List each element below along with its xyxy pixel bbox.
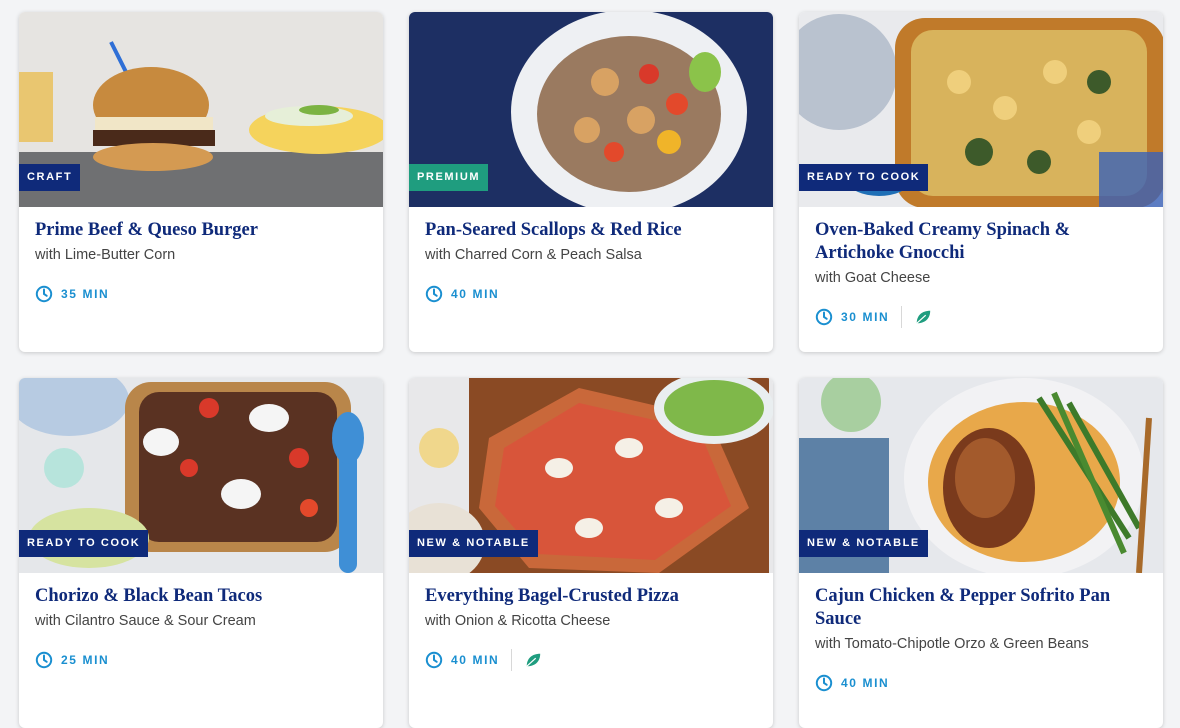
recipe-image-pizza[interactable]: NEW & NOTABLE [409, 378, 773, 573]
recipe-card[interactable]: CRAFT Prime Beef & Queso Burger with Lim… [19, 12, 383, 352]
cook-time: 40 MIN [841, 676, 890, 690]
recipe-meta: 25 MIN [35, 649, 367, 671]
cook-time: 25 MIN [61, 653, 110, 667]
cook-time: 40 MIN [451, 287, 500, 301]
recipe-image-gnocchi[interactable]: READY TO COOK [799, 12, 1163, 207]
cook-time: 30 MIN [841, 310, 890, 324]
badge-ready-to-cook: READY TO COOK [19, 530, 149, 557]
badge-premium: PREMIUM [409, 164, 489, 191]
recipe-subtitle: with Goat Cheese [815, 270, 931, 286]
recipe-image-burger[interactable]: CRAFT [19, 12, 383, 207]
recipe-meta: 40 MIN [425, 283, 757, 305]
recipe-subtitle: with Lime-Butter Corn [35, 247, 176, 263]
recipe-title[interactable]: Chorizo & Black Bean Tacos [35, 585, 367, 608]
recipe-card[interactable]: READY TO COOK Oven-Baked Creamy Spinach … [799, 12, 1163, 352]
leaf-icon [526, 653, 541, 667]
recipe-subtitle: with Tomato-Chipotle Orzo & Green Beans [815, 636, 1089, 652]
recipe-title[interactable]: Cajun Chicken & Pepper Sofrito Pan Sauce [815, 585, 1147, 631]
clock-icon [815, 674, 833, 692]
clock-icon [425, 285, 443, 303]
recipe-subtitle: with Charred Corn & Peach Salsa [425, 247, 642, 263]
badge-ready-to-cook: READY TO COOK [799, 164, 929, 191]
clock-icon [815, 308, 833, 326]
recipe-subtitle: with Cilantro Sauce & Sour Cream [35, 613, 256, 629]
clock-icon [35, 651, 53, 669]
recipe-meta: 30 MIN [815, 306, 1147, 328]
recipe-title[interactable]: Prime Beef & Queso Burger [35, 219, 367, 242]
recipe-meta: 40 MIN [425, 649, 757, 671]
recipe-card[interactable]: READY TO COOK Chorizo & Black Bean Tacos… [19, 378, 383, 728]
badge-new-notable: NEW & NOTABLE [799, 530, 928, 557]
recipe-subtitle: with Onion & Ricotta Cheese [425, 613, 611, 629]
badge-new-notable: NEW & NOTABLE [409, 530, 538, 557]
recipe-card[interactable]: NEW & NOTABLE Everything Bagel-Crusted P… [409, 378, 773, 728]
leaf-icon [916, 310, 931, 324]
recipe-title[interactable]: Pan-Seared Scallops & Red Rice [425, 219, 757, 242]
recipe-image-tacos[interactable]: READY TO COOK [19, 378, 383, 573]
clock-icon [35, 285, 53, 303]
meta-divider [901, 306, 903, 328]
meta-divider [511, 649, 513, 671]
recipe-card[interactable]: NEW & NOTABLE Cajun Chicken & Pepper Sof… [799, 378, 1163, 728]
recipe-image-scallops[interactable]: PREMIUM [409, 12, 773, 207]
recipe-title[interactable]: Everything Bagel-Crusted Pizza [425, 585, 757, 608]
recipe-card[interactable]: PREMIUM Pan-Seared Scallops & Red Rice w… [409, 12, 773, 352]
recipe-title[interactable]: Oven-Baked Creamy Spinach & Artichoke Gn… [815, 219, 1147, 265]
recipe-meta: 35 MIN [35, 283, 367, 305]
recipe-meta: 40 MIN [815, 672, 1147, 694]
cook-time: 35 MIN [61, 287, 110, 301]
cook-time: 40 MIN [451, 653, 500, 667]
clock-icon [425, 651, 443, 669]
badge-craft: CRAFT [19, 164, 81, 191]
recipe-image-chicken[interactable]: NEW & NOTABLE [799, 378, 1163, 573]
